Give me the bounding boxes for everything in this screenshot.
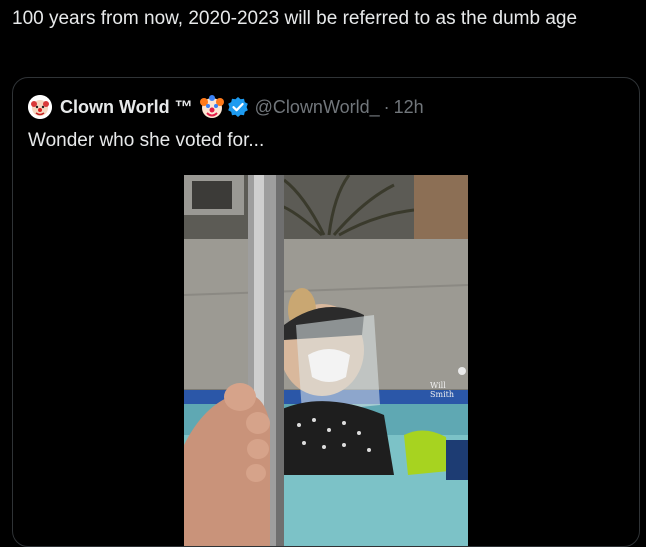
display-name[interactable]: Clown World ™ (60, 97, 193, 118)
timestamp[interactable]: 12h (394, 97, 424, 118)
video-watermark: Will Smith (430, 381, 454, 399)
avatar[interactable] (28, 95, 52, 119)
handle[interactable]: @ClownWorld_ (255, 97, 380, 118)
video-media[interactable]: Will Smith (184, 175, 468, 546)
quoted-tweet-text: Wonder who she voted for... (28, 130, 265, 151)
tweet-text: 100 years from now, 2020-2023 will be re… (12, 8, 578, 29)
clown-face-icon (199, 95, 224, 118)
clown-avatar-icon (28, 95, 52, 119)
verified-badge-icon (227, 97, 248, 117)
pool-scene-image (184, 175, 468, 546)
quoted-tweet-card[interactable]: Clown World ™ @ClownWorld_ · 12h Wonder … (12, 77, 640, 547)
separator-dot: · (383, 96, 390, 117)
quoted-tweet-header: Clown World ™ @ClownWorld_ · 12h (28, 94, 424, 120)
